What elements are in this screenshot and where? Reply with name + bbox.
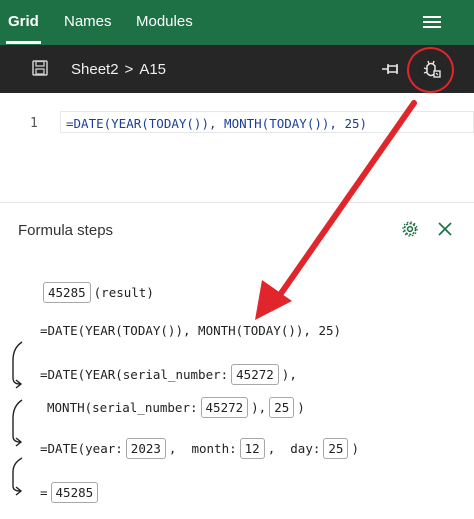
breadcrumb: Sheet2 > A15 (71, 61, 166, 78)
line-number: 1 (30, 116, 38, 131)
step3-suffix: ) (297, 400, 305, 415)
month-pill[interactable]: 12 (239, 438, 265, 459)
annotation-circle (407, 47, 454, 93)
breadcrumb-sheet[interactable]: Sheet2 (71, 61, 119, 78)
breadcrumb-separator: > (124, 61, 134, 78)
step4-month-label: , month: (168, 441, 237, 456)
tab-names[interactable]: Names (64, 13, 112, 30)
day-pill[interactable]: 25 (323, 438, 349, 459)
step-result: 45285 (result) (40, 282, 154, 303)
step4-day-label: , day: (267, 441, 321, 456)
step4-suffix: ) (351, 441, 359, 456)
step-date-arguments: =DATE(year: 2023 , month: 12 , day: 25 ) (40, 438, 359, 459)
step-month-evaluated: MONTH(serial_number: 45272 ), 25 ) (47, 397, 305, 418)
panel-title: Formula steps (18, 222, 114, 239)
final-value-pill[interactable]: 45285 (50, 482, 99, 503)
year-serial-pill[interactable]: 45272 (231, 364, 279, 385)
toolbar: Sheet2 > A15 (0, 45, 474, 93)
formula-text[interactable]: =DATE(YEAR(TODAY()), MONTH(TODAY()), 25) (66, 116, 367, 131)
result-value-pill[interactable]: 45285 (43, 282, 91, 303)
step5-prefix: = (40, 485, 48, 500)
breadcrumb-cell: A15 (139, 61, 167, 78)
step-bracket-2 (12, 399, 23, 447)
close-icon[interactable] (437, 221, 453, 237)
step3-mid: ), (251, 400, 267, 415)
step-original-formula: =DATE(YEAR(TODAY()), MONTH(TODAY()), 25) (40, 323, 341, 338)
day-literal-pill[interactable]: 25 (269, 397, 295, 418)
save-icon[interactable] (32, 60, 48, 76)
result-label: (result) (93, 285, 154, 300)
step-bracket-1 (12, 341, 23, 389)
tab-grid[interactable]: Grid (8, 13, 39, 30)
top-nav: Grid Names Modules (0, 0, 474, 45)
step2-prefix: =DATE(YEAR(serial_number: (40, 367, 229, 382)
year-pill[interactable]: 2023 (125, 438, 166, 459)
pin-icon[interactable] (381, 61, 401, 77)
step-final: = 45285 (40, 482, 101, 503)
active-tab-indicator (6, 41, 41, 44)
step2-suffix: ), (281, 367, 297, 382)
gear-icon[interactable] (401, 220, 419, 238)
original-formula: =DATE(YEAR(TODAY()), MONTH(TODAY()), 25) (40, 323, 342, 338)
hamburger-icon[interactable] (423, 16, 441, 29)
formula-editor[interactable]: 1 =DATE(YEAR(TODAY()), MONTH(TODAY()), 2… (0, 93, 474, 203)
step3-prefix: MONTH(serial_number: (47, 400, 198, 415)
month-serial-pill[interactable]: 45272 (200, 397, 249, 418)
step-year-evaluated: =DATE(YEAR(serial_number: 45272 ), (40, 364, 297, 385)
tab-modules[interactable]: Modules (136, 13, 193, 30)
step4-prefix: =DATE(year: (40, 441, 123, 456)
step-bracket-3 (12, 457, 23, 496)
